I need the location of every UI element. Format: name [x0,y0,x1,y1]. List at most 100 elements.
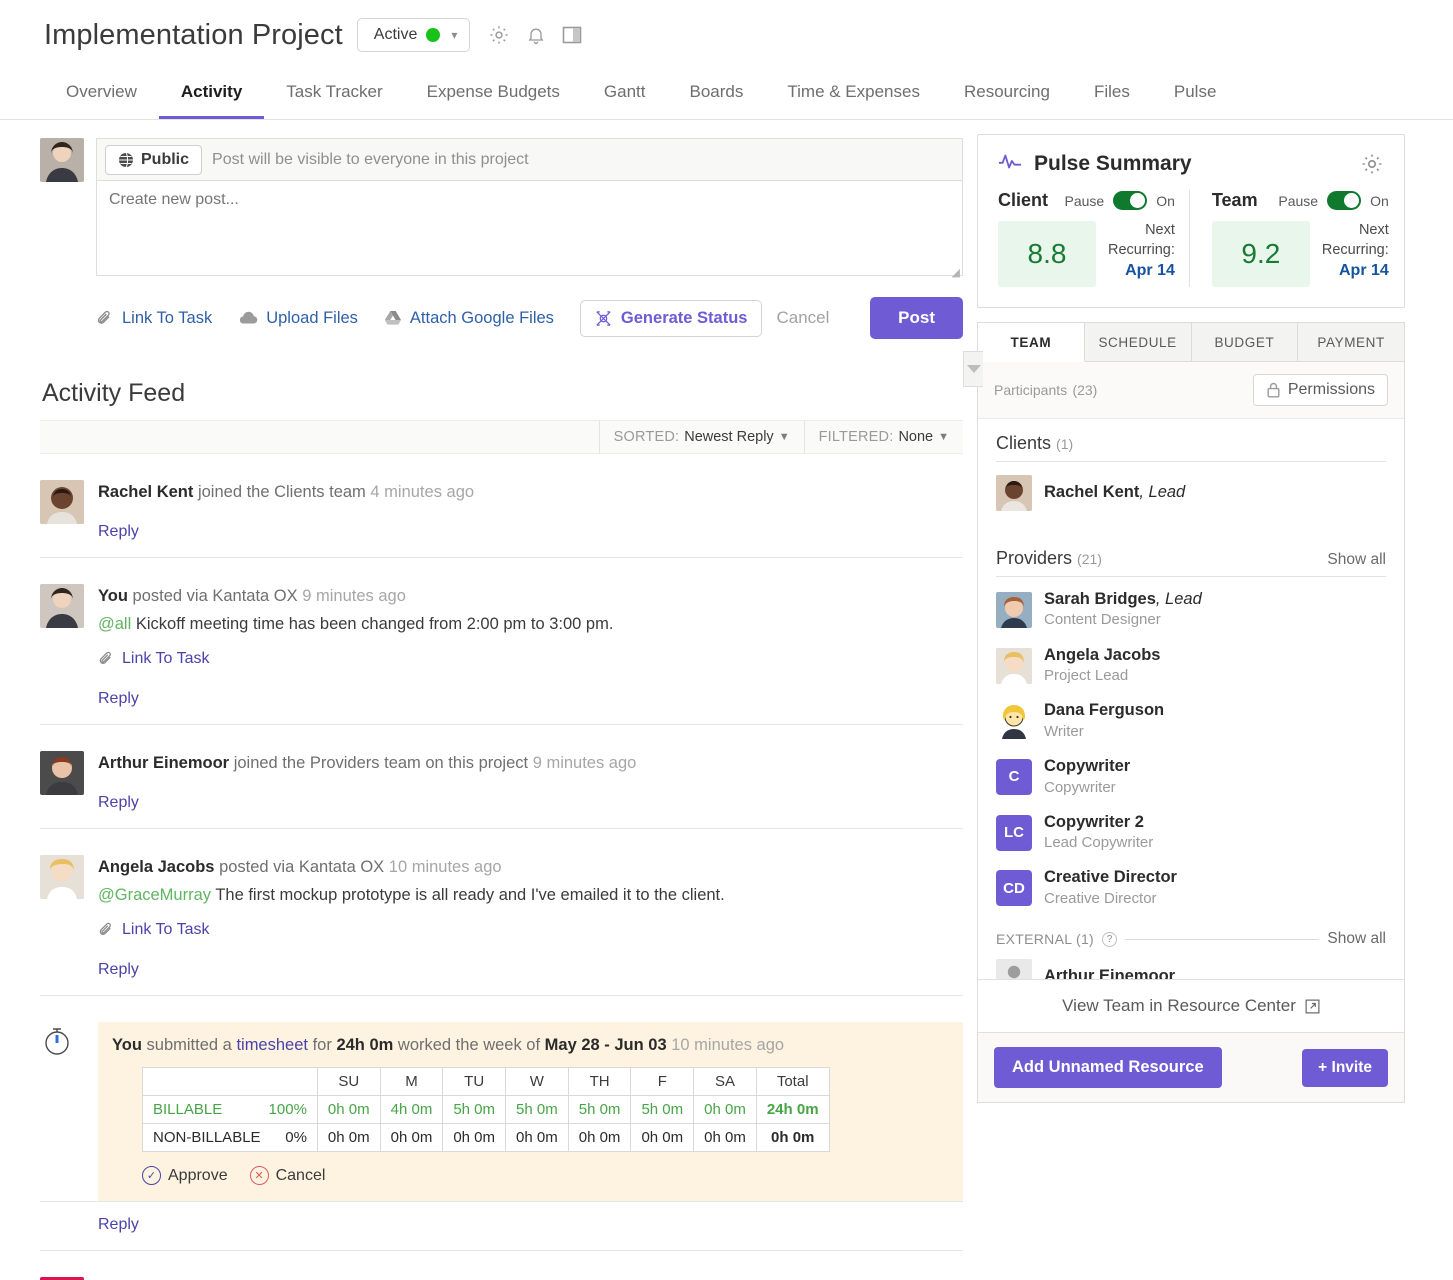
tab-time-expenses[interactable]: Time & Expenses [765,72,942,119]
group-label: Providers [996,548,1073,568]
timesheet-text-3: worked the week of [397,1036,541,1054]
reply-link[interactable]: Reply [98,1216,963,1250]
sort-dropdown[interactable]: SORTED: Newest Reply ▼ [598,421,804,453]
member-name: Rachel Kent, Lead [1044,482,1185,503]
attach-google-files-button[interactable]: Attach Google Files [384,309,554,328]
mention[interactable]: @all [98,615,131,633]
th-blank [142,1067,318,1096]
reply-link[interactable]: Reply [98,794,963,812]
feed-control-bar: SORTED: Newest Reply ▼ FILTERED: None ▼ [40,420,963,454]
providers-show-all-link[interactable]: Show all [1327,551,1386,569]
tab-team[interactable]: TEAM [978,323,1085,362]
th-f: F [630,1067,695,1096]
tab-gantt[interactable]: Gantt [582,72,668,119]
add-unnamed-resource-button[interactable]: Add Unnamed Resource [994,1047,1222,1088]
next-recurring-date[interactable]: Apr 14 [1322,260,1389,282]
approve-button[interactable]: ✓ Approve [142,1166,228,1185]
tab-payment[interactable]: PAYMENT [1298,323,1404,361]
th-w: W [505,1067,569,1096]
team-member-list: Clients (1) Rachel Kent, Lead Providers … [978,419,1404,979]
tab-activity[interactable]: Activity [158,72,265,119]
visibility-selector[interactable]: Public [105,144,203,175]
post-link-to-task-button[interactable]: Link To Task [98,650,209,668]
tab-pulse[interactable]: Pulse [1152,72,1239,119]
tab-boards[interactable]: Boards [668,72,766,119]
link-to-task-button[interactable]: Link To Task [96,309,212,328]
post-link-to-task-button[interactable]: Link To Task [98,921,209,939]
timesheet-link[interactable]: timesheet [236,1036,308,1054]
stopwatch-icon [40,1022,84,1201]
member-role: Creative Director [1044,889,1157,907]
tab-expense-budgets[interactable]: Expense Budgets [405,72,582,119]
paperclip-icon [99,651,111,664]
list-item[interactable]: LC Copywriter 2 Lead Copywriter [996,805,1386,861]
pause-toggle[interactable] [1327,191,1362,210]
tab-budget[interactable]: BUDGET [1192,323,1299,361]
timesheet-cancel-button[interactable]: ✕ Cancel [249,1166,325,1185]
generate-status-button[interactable]: Generate Status [579,299,763,337]
tab-resourcing[interactable]: Resourcing [942,72,1072,119]
resize-grip-icon[interactable]: ◢ [952,266,960,279]
sidebar-collapse-button[interactable] [963,351,983,387]
post-text: @all Kickoff meeting time has been chang… [98,615,963,634]
visibility-hint: Post will be visible to everyone in this… [212,150,529,168]
gear-icon[interactable] [1360,152,1384,176]
participants-title: Participants (23) [994,379,1097,401]
view-team-resource-center-link[interactable]: View Team in Resource Center [1062,996,1320,1016]
list-item[interactable]: C Copywriter Copywriter [996,749,1386,805]
upload-files-button[interactable]: Upload Files [238,309,358,328]
reply-link[interactable]: Reply [98,961,963,979]
pulse-summary-card: Pulse Summary Client Pause On 8.8 Next R… [977,134,1405,308]
list-item[interactable]: Arthur Einemoor [996,952,1386,979]
cell-total: 0h 0m [755,1123,830,1152]
tab-schedule[interactable]: SCHEDULE [1085,323,1192,361]
timesheet-hours: 24h 0m [336,1036,394,1054]
post-action: posted via Kantata OX [219,857,385,876]
composer-cancel-button[interactable]: Cancel [776,308,829,328]
permissions-button[interactable]: Permissions [1252,374,1388,406]
post-action: joined the Providers team on this projec… [233,754,529,772]
cell-m: 0h 0m [379,1123,444,1152]
bell-icon[interactable] [526,24,546,46]
group-count: (1) [1056,436,1074,452]
reply-link[interactable]: Reply [98,690,963,708]
member-name: Dana Ferguson [1044,701,1165,720]
feed-post-timesheet: You submitted a timesheet for 24h 0m wor… [40,996,963,1202]
pause-label: Pause [1278,192,1319,209]
pause-toggle[interactable] [1113,191,1148,210]
post-author: You [98,586,128,605]
post-text: @GraceMurray The first mockup prototype … [98,886,963,905]
feed-post: Rachel Kent joined the Clients team 4 mi… [40,454,963,558]
paperclip-icon [97,310,110,324]
avatar [40,138,84,182]
mention[interactable]: @GraceMurray [98,886,211,904]
filter-dropdown[interactable]: FILTERED: None ▼ [803,421,963,453]
recurring-label: Recurring: [1321,241,1389,258]
panel-toggle-icon[interactable] [562,25,582,45]
tab-overview[interactable]: Overview [44,72,159,119]
post-button[interactable]: Post [870,297,963,339]
list-item[interactable]: Rachel Kent, Lead [996,468,1386,518]
list-item[interactable]: Angela Jacobs Project Lead [996,638,1386,694]
tab-task-tracker[interactable]: Task Tracker [264,72,404,119]
recurring-label: Recurring: [1108,241,1175,258]
composer-box: Public Post will be visible to everyone … [96,138,963,339]
next-recurring-date[interactable]: Apr 14 [1108,260,1175,282]
gear-icon[interactable] [488,24,510,46]
avatar [996,475,1032,511]
group-header-providers: Providers (21) Show all [996,548,1386,577]
member-role: Writer [1044,722,1084,740]
list-item[interactable]: CD Creative Director Creative Director [996,860,1386,916]
tab-files[interactable]: Files [1072,72,1152,119]
list-item[interactable]: Dana Ferguson Writer [996,693,1386,749]
upload-files-label: Upload Files [266,308,358,327]
avatar-initials: CD [996,870,1032,907]
list-item[interactable]: Sarah Bridges, Lead Content Designer [996,582,1386,638]
invite-button[interactable]: + Invite [1302,1048,1388,1087]
pulse-column-header: Client Pause On [998,190,1175,211]
reply-link[interactable]: Reply [98,523,963,541]
question-mark-icon[interactable]: ? [1102,931,1117,947]
project-status-dropdown[interactable]: Active ▾ [356,18,471,52]
post-textarea[interactable] [96,180,963,276]
external-show-all-link[interactable]: Show all [1327,930,1386,948]
